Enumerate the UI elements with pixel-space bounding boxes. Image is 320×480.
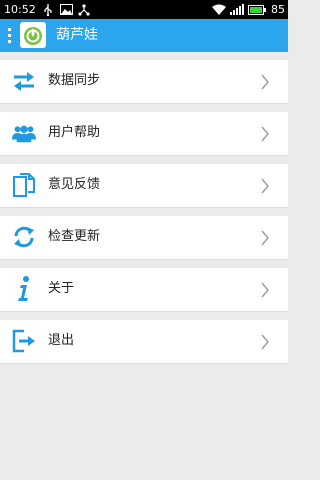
exit-icon xyxy=(12,329,36,353)
menu-item-about[interactable]: 关于 xyxy=(0,268,288,312)
share-icon xyxy=(78,3,90,16)
users-icon xyxy=(12,121,36,145)
app-logo-icon xyxy=(20,22,46,48)
chevron-right-icon xyxy=(261,230,269,246)
battery-icon xyxy=(248,3,266,16)
menu-item-feedback[interactable]: 意见反馈 xyxy=(0,164,288,208)
menu-item-label: 关于 xyxy=(48,281,75,296)
menu-item-check-update[interactable]: 检查更新 xyxy=(0,216,288,260)
menu-item-logout[interactable]: 退出 xyxy=(0,320,288,364)
menu-item-label: 数据同步 xyxy=(48,73,101,88)
wifi-icon xyxy=(212,3,226,16)
refresh-icon xyxy=(12,225,36,249)
chevron-right-icon xyxy=(261,334,269,350)
menu-item-label: 意见反馈 xyxy=(48,177,101,192)
chevron-right-icon xyxy=(261,282,269,298)
battery-percent: 85 xyxy=(271,3,285,16)
menu-item-data-sync[interactable]: 数据同步 xyxy=(0,60,288,104)
feedback-icon xyxy=(12,173,36,197)
chevron-right-icon xyxy=(261,74,269,90)
chevron-right-icon xyxy=(261,178,269,194)
menu-item-label: 检查更新 xyxy=(48,229,101,244)
menu-icon[interactable] xyxy=(8,28,12,43)
menu-item-label: 退出 xyxy=(48,333,75,348)
signal-icon xyxy=(230,3,244,16)
app-bar: 葫芦娃 xyxy=(0,19,288,52)
info-icon xyxy=(12,276,36,301)
menu-item-label: 用户帮助 xyxy=(48,125,101,140)
status-time: 10:52 xyxy=(4,3,36,16)
settings-menu: 数据同步 用户帮助 意见反馈 检查更新 关于 退出 xyxy=(0,52,288,480)
menu-item-user-help[interactable]: 用户帮助 xyxy=(0,112,288,156)
status-bar: 10:52 85 xyxy=(0,0,288,19)
usb-icon xyxy=(42,3,54,16)
chevron-right-icon xyxy=(261,126,269,142)
sync-arrows-icon xyxy=(12,69,36,93)
image-icon xyxy=(60,3,73,16)
app-title: 葫芦娃 xyxy=(56,27,98,43)
